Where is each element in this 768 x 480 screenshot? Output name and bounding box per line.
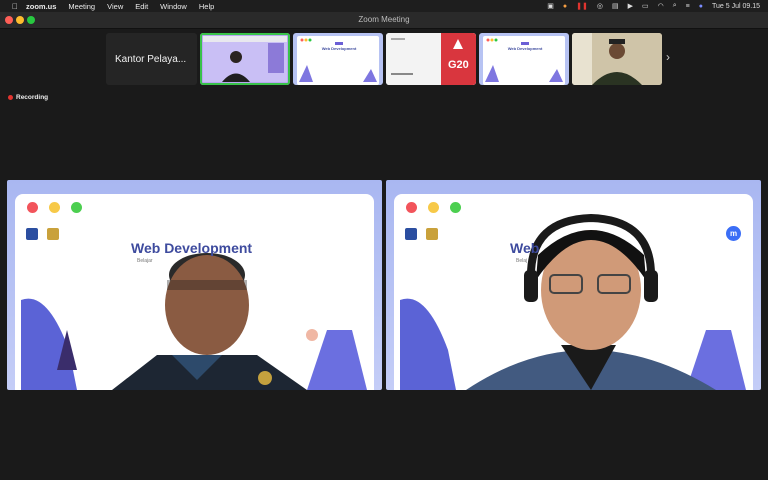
participant-strip: Kantor Pelaya... Web Development G20 Web…	[106, 33, 662, 85]
slide-thumbnail	[483, 36, 565, 85]
participant-tile-officer[interactable]	[572, 33, 662, 85]
slide-thumbnail-title: Web Development	[507, 46, 543, 51]
slide-subtitle: Belaj	[516, 258, 528, 264]
apple-icon[interactable]: 	[12, 2, 18, 11]
participant-video-1[interactable]: Web Development Belajar	[7, 180, 382, 390]
meeting-area: Kantor Pelaya... Web Development G20 Web…	[0, 30, 768, 480]
participant-tile-slide-2[interactable]: Web Development	[479, 33, 569, 85]
menu-meeting[interactable]: Meeting	[68, 2, 95, 11]
pause-tray-icon[interactable]: ❚❚	[576, 2, 588, 10]
slide-title: Web Development	[131, 240, 253, 256]
slide-title: Web	[510, 240, 540, 256]
slide-subtitle: Belajar	[137, 258, 153, 264]
recording-label: Recording	[16, 94, 49, 101]
slide-thumbnail-title: Web Development	[321, 46, 357, 51]
menu-app-name[interactable]: zoom.us	[26, 2, 56, 11]
control-center-icon[interactable]: ≡	[686, 3, 690, 10]
participant-video-thumbnail	[203, 36, 287, 82]
window-titlebar: Zoom Meeting	[0, 12, 768, 29]
elephant-tray-icon[interactable]: ●	[563, 3, 567, 10]
wifi-icon[interactable]: ◠	[658, 2, 664, 10]
play-icon[interactable]: ▶	[628, 2, 633, 10]
siri-icon[interactable]: ●	[699, 3, 703, 10]
recording-dot-icon	[8, 95, 13, 100]
search-icon[interactable]: ⌕	[673, 2, 677, 10]
menu-view[interactable]: View	[107, 2, 123, 11]
menu-edit[interactable]: Edit	[135, 2, 148, 11]
status-tray: ▣ ● ❚❚ ◎ ▤ ▶ ▭ ◠ ⌕ ≡ ● Tue 5 Jul 09.15	[547, 0, 760, 12]
zoom-tray-icon[interactable]: ▣	[547, 2, 554, 10]
video-scene	[400, 213, 746, 390]
recording-indicator[interactable]: Recording	[8, 94, 48, 101]
g20-label: G20	[448, 59, 469, 71]
participant-name: Kantor Pelaya...	[115, 53, 187, 65]
display-icon[interactable]: ▤	[612, 2, 619, 10]
chevron-right-icon[interactable]: ›	[666, 50, 670, 64]
participant-tile-g20[interactable]: G20	[386, 33, 476, 85]
battery-icon[interactable]: ▭	[642, 2, 649, 10]
clock[interactable]: Tue 5 Jul 09.15	[712, 3, 760, 10]
menu-window[interactable]: Window	[160, 2, 187, 11]
window-title: Zoom Meeting	[358, 15, 410, 24]
video-scene	[21, 228, 367, 390]
participant-tile-active-speaker[interactable]	[200, 33, 290, 85]
participant-tile-slide-1[interactable]: Web Development	[293, 33, 383, 85]
menu-help[interactable]: Help	[199, 2, 214, 11]
participant-tile-name-only[interactable]: Kantor Pelaya...	[106, 33, 197, 85]
slide-thumbnail	[297, 36, 379, 85]
participant-video-2[interactable]: m Web Belaj	[386, 180, 761, 390]
participant-video-thumbnail	[572, 33, 662, 85]
menu-bar:  zoom.us Meeting View Edit Window Help …	[0, 0, 768, 12]
creative-cloud-icon[interactable]: ◎	[597, 2, 603, 10]
